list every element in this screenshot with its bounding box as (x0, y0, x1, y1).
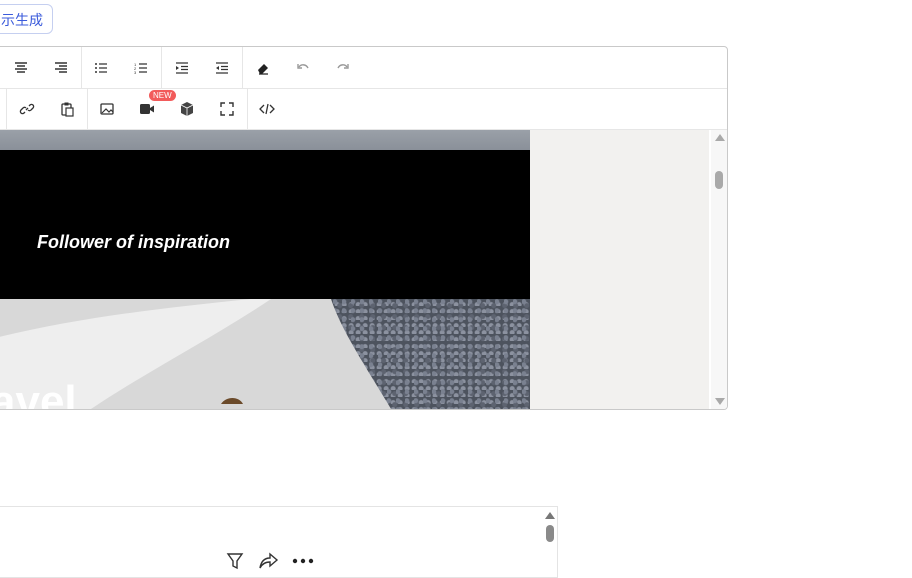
photo-overlay-text: avel (0, 377, 77, 409)
toolbar-divider (81, 47, 82, 88)
banner-image: Follower of inspiration avel (0, 130, 530, 409)
toolbar-divider (161, 47, 162, 88)
toolbar-row-2: NEW (0, 88, 727, 130)
bulleted-list-icon[interactable] (87, 54, 115, 82)
banner-black-section: Follower of inspiration (0, 152, 530, 299)
toolbar-divider (242, 47, 243, 88)
post-actions (223, 549, 315, 573)
scroll-up-icon[interactable] (715, 134, 725, 141)
scroll-down-icon[interactable] (715, 398, 725, 405)
toolbar-divider (247, 88, 248, 129)
undo-icon[interactable] (289, 54, 317, 82)
image-icon[interactable] (93, 95, 121, 123)
ai-generate-button[interactable]: 示生成 (0, 4, 53, 34)
svg-text:3: 3 (134, 70, 137, 75)
align-right-icon[interactable] (47, 54, 75, 82)
toolbar-divider (6, 88, 7, 129)
toolbar-divider (87, 88, 88, 129)
preview-scrollbar[interactable] (543, 507, 557, 577)
indent-increase-icon[interactable] (168, 54, 196, 82)
filter-icon[interactable] (223, 549, 247, 573)
code-view-icon[interactable] (253, 95, 281, 123)
paste-icon[interactable] (53, 95, 81, 123)
share-icon[interactable] (257, 549, 281, 573)
tagline-text: Follower of inspiration (37, 232, 230, 252)
link-icon[interactable] (13, 95, 41, 123)
more-options-icon[interactable] (291, 549, 315, 573)
eraser-icon[interactable] (249, 54, 277, 82)
banner-top-strip (0, 130, 530, 150)
toolbar-row-1: 123 (0, 47, 727, 89)
scroll-up-icon[interactable] (545, 512, 555, 519)
editor-scrollbar[interactable] (711, 130, 727, 409)
redo-icon[interactable] (329, 54, 357, 82)
cube-icon[interactable] (173, 95, 201, 123)
scroll-thumb[interactable] (715, 171, 723, 189)
numbered-list-icon[interactable]: 123 (127, 54, 155, 82)
indent-decrease-icon[interactable] (208, 54, 236, 82)
new-badge: NEW (149, 90, 176, 101)
align-center-icon[interactable] (7, 54, 35, 82)
video-icon[interactable]: NEW (133, 90, 176, 123)
editor-content[interactable]: Follower of inspiration avel (0, 130, 709, 409)
fullscreen-icon[interactable] (213, 95, 241, 123)
photo-section: avel (0, 299, 530, 409)
rich-text-editor: 123 NEW Follower of inspiration vel (0, 46, 728, 410)
preview-panel (0, 506, 558, 578)
cloth-shape (0, 299, 391, 409)
scroll-thumb[interactable] (546, 525, 554, 542)
